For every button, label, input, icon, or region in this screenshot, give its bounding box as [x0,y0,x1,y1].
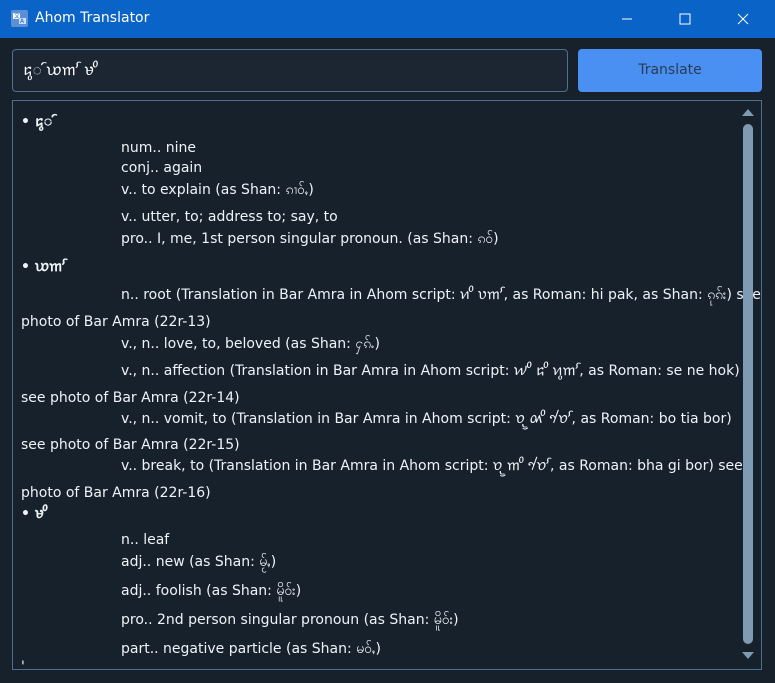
definition-line: ' [21,659,25,670]
definition-line: photo of Bar Amra (22r-13) [21,314,211,330]
chevron-up-icon[interactable] [742,109,754,116]
entry-heading: • 𑜃𑜨𑜫 [21,114,53,130]
definition-line: conj.. again [121,160,203,176]
minimize-button[interactable] [598,0,656,38]
definition-line: n.. root (Translation in Bar Amra in Aho… [121,287,761,303]
definition-line: num.. nine [121,140,196,156]
maximize-button[interactable] [656,0,714,38]
definition-line: pro.. 2nd person singular pronoun (as Sh… [121,612,459,628]
entry-heading: • 𑜇𑜀𑜧 [21,259,66,275]
app-window: 文 A Ahom Translator 𑜃𑜨𑜫 𑜇𑜀𑜧 𑜉𑜢 Translate [0,0,775,683]
definition-line: v., n.. vomit, to (Translation in Bar Am… [121,411,732,427]
definition-line: v.. utter, to; address to; say, to [121,209,338,225]
definition-line: adj.. foolish (as Shan: မိူဝ်း) [121,583,302,599]
close-button[interactable] [714,0,772,38]
definition-line: pro.. I, me, 1st person singular pronoun… [121,231,499,247]
definition-line: photo of Bar Amra (22r-16) [21,485,211,501]
translate-icon: 文 A [11,10,28,27]
definition-line: adj.. new (as Shan: မႂ်ႇ) [121,554,277,570]
window-title: Ahom Translator [35,10,150,26]
definition-line: v.. to explain (as Shan: ၵၢဝ်ႇ) [121,182,314,198]
scrollbar-thumb[interactable] [743,124,753,644]
maximize-icon [679,13,691,25]
definition-line: n.. leaf [121,532,170,548]
definition-line: v., n.. love, to, beloved (as Shan: ႁၵ်ႉ… [121,336,380,352]
definition-line: v.. break, to (Translation in Bar Amra i… [121,458,743,474]
main-panel: 𑜃𑜨𑜫 𑜇𑜀𑜧 𑜉𑜢 Translate • 𑜃𑜨𑜫 num.. nine co… [0,38,775,683]
entry-heading: • 𑜉𑜢 [21,506,48,522]
translate-button[interactable]: Translate [578,49,762,92]
chevron-down-icon[interactable] [742,652,754,659]
minimize-icon [622,18,632,20]
definition-line: see photo of Bar Amra (22r-15) [21,437,240,453]
title-bar[interactable]: 文 A Ahom Translator [0,0,775,38]
close-icon [737,13,749,25]
vertical-scrollbar[interactable] [741,109,755,662]
results-panel[interactable]: • 𑜃𑜨𑜫 num.. nine conj.. again v.. to exp… [12,100,762,670]
definition-line: part.. negative particle (as Shan: မဝ်ႇ) [121,641,382,657]
definition-line: v., n.. affection (Translation in Bar Am… [121,363,740,379]
search-input[interactable]: 𑜃𑜨𑜫 𑜇𑜀𑜧 𑜉𑜢 [12,49,568,92]
definition-line: see photo of Bar Amra (22r-14) [21,390,240,406]
